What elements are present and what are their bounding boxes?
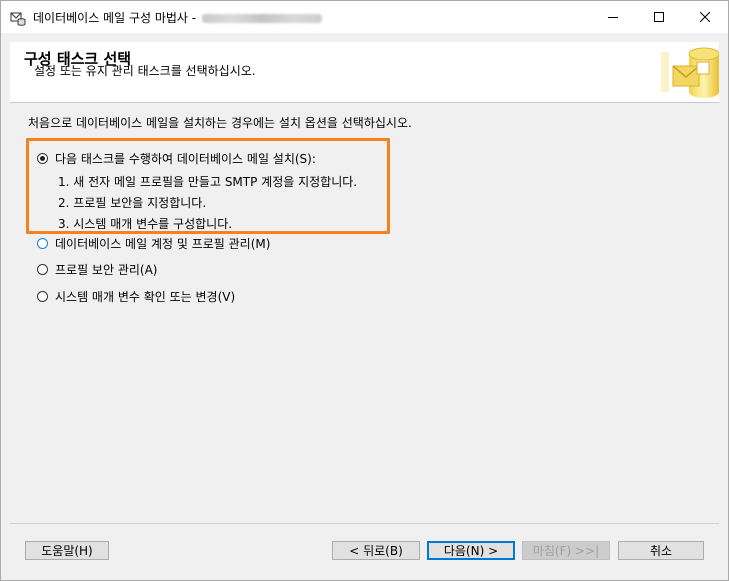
radio-manage-accounts[interactable]	[37, 237, 48, 249]
title-bar[interactable]: 데이터베이스 메일 구성 마법사 -	[1, 1, 728, 33]
wizard-header: 구성 태스크 선택 설정 또는 유지 관리 태스크를 선택하십시오.	[10, 42, 719, 103]
option-manage-accounts[interactable]: 데이터베이스 메일 계정 및 프로필 관리(M)	[37, 234, 270, 252]
next-button[interactable]: 다음(N) >	[427, 541, 515, 560]
radio-profile-security[interactable]	[37, 263, 48, 275]
cancel-button[interactable]: 취소	[618, 541, 704, 560]
option-profile-security[interactable]: 프로필 보안 관리(A)	[37, 260, 157, 278]
maximize-icon	[654, 12, 664, 22]
intro-text: 처음으로 데이터베이스 메일을 설치하는 경우에는 설치 옵션을 선택하십시오.	[28, 116, 412, 130]
option-profile-security-label: 프로필 보안 관리(A)	[55, 262, 158, 277]
bottom-separator	[10, 523, 719, 524]
minimize-button[interactable]	[590, 1, 636, 33]
help-button[interactable]: 도움말(H)	[25, 541, 109, 560]
radio-system-parameters[interactable]	[37, 290, 48, 302]
database-mail-app-icon	[10, 12, 26, 26]
window-title-text: 데이터베이스 메일 구성 마법사 -	[33, 11, 197, 25]
redacted-server-name	[202, 14, 323, 23]
wizard-content: 처음으로 데이터베이스 메일을 설치하는 경우에는 설치 옵션을 선택하십시오.…	[10, 103, 719, 523]
highlight-box	[26, 138, 390, 234]
maximize-button[interactable]	[636, 1, 682, 33]
back-button[interactable]: < 뒤로(B)	[332, 541, 420, 560]
finish-button[interactable]: 마침(F) >>|	[522, 541, 610, 560]
minimize-icon	[608, 17, 618, 18]
wizard-window: 데이터베이스 메일 구성 마법사 - 구성 태스크 선택 설정 또는 유지 관리…	[0, 0, 729, 581]
option-manage-accounts-label: 데이터베이스 메일 계정 및 프로필 관리(M)	[55, 236, 271, 251]
window-title: 데이터베이스 메일 구성 마법사 -	[33, 9, 323, 26]
page-subtitle: 설정 또는 유지 관리 태스크를 선택하십시오.	[34, 64, 256, 78]
database-banner-icon	[661, 47, 719, 98]
close-icon	[700, 12, 710, 22]
option-system-parameters-label: 시스템 매개 변수 확인 또는 변경(V)	[55, 289, 236, 304]
option-system-parameters[interactable]: 시스템 매개 변수 확인 또는 변경(V)	[37, 287, 235, 305]
close-button[interactable]	[682, 1, 728, 33]
